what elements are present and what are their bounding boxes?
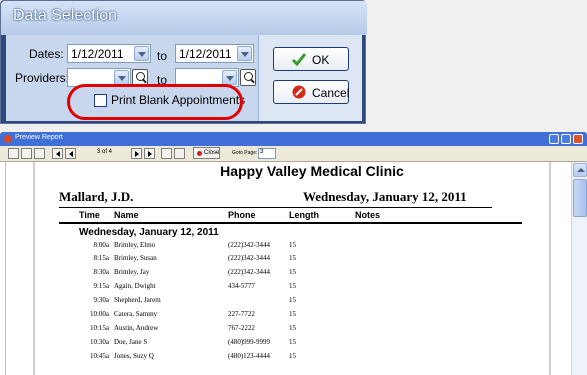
cell-name: Jones, Suzy Q: [114, 352, 154, 360]
provider-to-lookup-icon[interactable]: [240, 69, 256, 86]
cell-length: 15: [289, 310, 296, 318]
page-edge-right: [549, 162, 551, 375]
col-header-phone: Phone: [228, 210, 256, 220]
maximize-icon[interactable]: [561, 134, 571, 144]
cancel-button[interactable]: Cancel: [273, 80, 349, 104]
chevron-down-icon[interactable]: [237, 46, 252, 61]
checkmark-icon: [292, 53, 306, 66]
cell-length: 15: [289, 268, 296, 276]
left-margin-strip: [0, 162, 6, 375]
cell-time: 10:30a: [89, 338, 109, 346]
chevron-down-icon[interactable]: [114, 70, 129, 85]
cell-phone: (480)999-9999: [228, 338, 270, 346]
two-page-view-icon[interactable]: [21, 148, 32, 159]
cell-time: 8:15a: [93, 254, 109, 262]
date-to-value: 1/12/2011: [179, 47, 232, 61]
ok-button[interactable]: OK: [273, 47, 349, 71]
multi-page-view-icon[interactable]: [34, 148, 45, 159]
close-window-icon[interactable]: [573, 134, 583, 144]
cell-name: Catera, Sammy: [114, 310, 158, 318]
cell-time: 9:15a: [93, 282, 109, 290]
cell-name: Brimley, Jay: [114, 268, 150, 276]
minimize-icon[interactable]: [549, 134, 559, 144]
cell-phone: (480)123-4444: [228, 352, 270, 360]
next-page-icon[interactable]: [131, 148, 142, 159]
dates-label: Dates:: [29, 47, 64, 61]
cell-length: 15: [289, 338, 296, 346]
chevron-down-icon[interactable]: [222, 70, 237, 85]
cell-length: 15: [289, 352, 296, 360]
single-page-view-icon[interactable]: [8, 148, 19, 159]
page-indicator: 3 of 4: [97, 149, 113, 155]
export-icon[interactable]: [174, 148, 185, 159]
report-page: Happy Valley Medical Clinic Mallard, J.D…: [7, 162, 571, 375]
cell-phone: 434-5777: [228, 282, 255, 290]
cell-name: Brimley, Susan: [114, 254, 157, 262]
providers-label: Providers:: [15, 71, 70, 85]
cell-time: 9:30a: [93, 296, 109, 304]
cell-phone: 767-2222: [228, 324, 255, 332]
col-header-time: Time: [79, 210, 100, 220]
provider-heading: Mallard, J.D.: [59, 189, 134, 204]
cell-name: Shepherd, Jarem: [114, 296, 161, 304]
cell-phone: (222)342-3444: [228, 254, 270, 262]
ok-button-label: OK: [312, 53, 330, 67]
preview-title-bar: Preview Report: [0, 132, 587, 146]
day-section-heading: Wednesday, January 12, 2011: [79, 227, 219, 238]
prev-page-icon[interactable]: [65, 148, 76, 159]
cell-length: 15: [289, 324, 296, 332]
cell-phone: (222)342-3444: [228, 241, 270, 249]
dialog-title: Data Selection: [1, 1, 367, 35]
column-header-rule: [59, 222, 522, 224]
print-icon[interactable]: [161, 148, 172, 159]
cell-phone: 227-7722: [228, 310, 255, 318]
preview-report-window: Preview Report 3 of 4 Close Goto Page: 3…: [0, 132, 587, 375]
close-preview-button[interactable]: Close: [193, 147, 220, 159]
report-viewport: Happy Valley Medical Clinic Mallard, J.D…: [0, 162, 587, 375]
clinic-name: Happy Valley Medical Clinic: [220, 163, 404, 179]
cell-time: 10:00a: [89, 310, 109, 318]
vertical-scrollbar[interactable]: [571, 162, 587, 375]
cell-time: 10:15a: [89, 324, 109, 332]
action-panel: OK Cancel: [260, 35, 362, 121]
preview-window-title: Preview Report: [15, 134, 63, 141]
cell-name: Again, Dwight: [114, 282, 156, 290]
date-heading: Wednesday, January 12, 2011: [303, 189, 467, 204]
cell-name: Doe, Jane S: [114, 338, 148, 346]
goto-page-label: Goto Page:: [232, 150, 258, 156]
cell-length: 15: [289, 296, 296, 304]
chevron-down-icon[interactable]: [134, 46, 149, 61]
header-rule: [59, 207, 492, 208]
preview-toolbar: 3 of 4 Close Goto Page: 3: [0, 146, 587, 162]
highlight-annotation-oval: [67, 84, 243, 120]
cell-length: 15: [289, 241, 296, 249]
date-from-combo[interactable]: 1/12/2011: [67, 44, 151, 63]
page-edge-left: [33, 162, 35, 375]
cell-time: 8:30a: [93, 268, 109, 276]
cell-time: 10:45a: [89, 352, 109, 360]
cancel-button-label: Cancel: [312, 86, 350, 100]
goto-page-input[interactable]: 3: [258, 148, 276, 159]
cell-name: Austin, Andrew: [114, 324, 159, 332]
cell-length: 15: [289, 254, 296, 262]
col-header-length: Length: [289, 210, 319, 220]
cell-length: 15: [289, 282, 296, 290]
cancel-icon: [292, 85, 306, 99]
last-page-icon[interactable]: [144, 148, 155, 159]
app-icon: [4, 135, 12, 143]
first-page-icon[interactable]: [52, 148, 63, 159]
scroll-up-icon[interactable]: [573, 163, 587, 177]
cell-time: 8:00a: [93, 241, 109, 249]
scroll-thumb[interactable]: [573, 179, 587, 217]
date-from-value: 1/12/2011: [71, 47, 124, 61]
col-header-notes: Notes: [355, 210, 381, 220]
date-to-label: to: [157, 49, 168, 63]
cell-phone: (222)342-3444: [228, 268, 270, 276]
col-header-name: Name: [114, 210, 139, 220]
date-to-combo[interactable]: 1/12/2011: [175, 44, 254, 63]
cell-name: Brimley, Elmo: [114, 241, 156, 249]
